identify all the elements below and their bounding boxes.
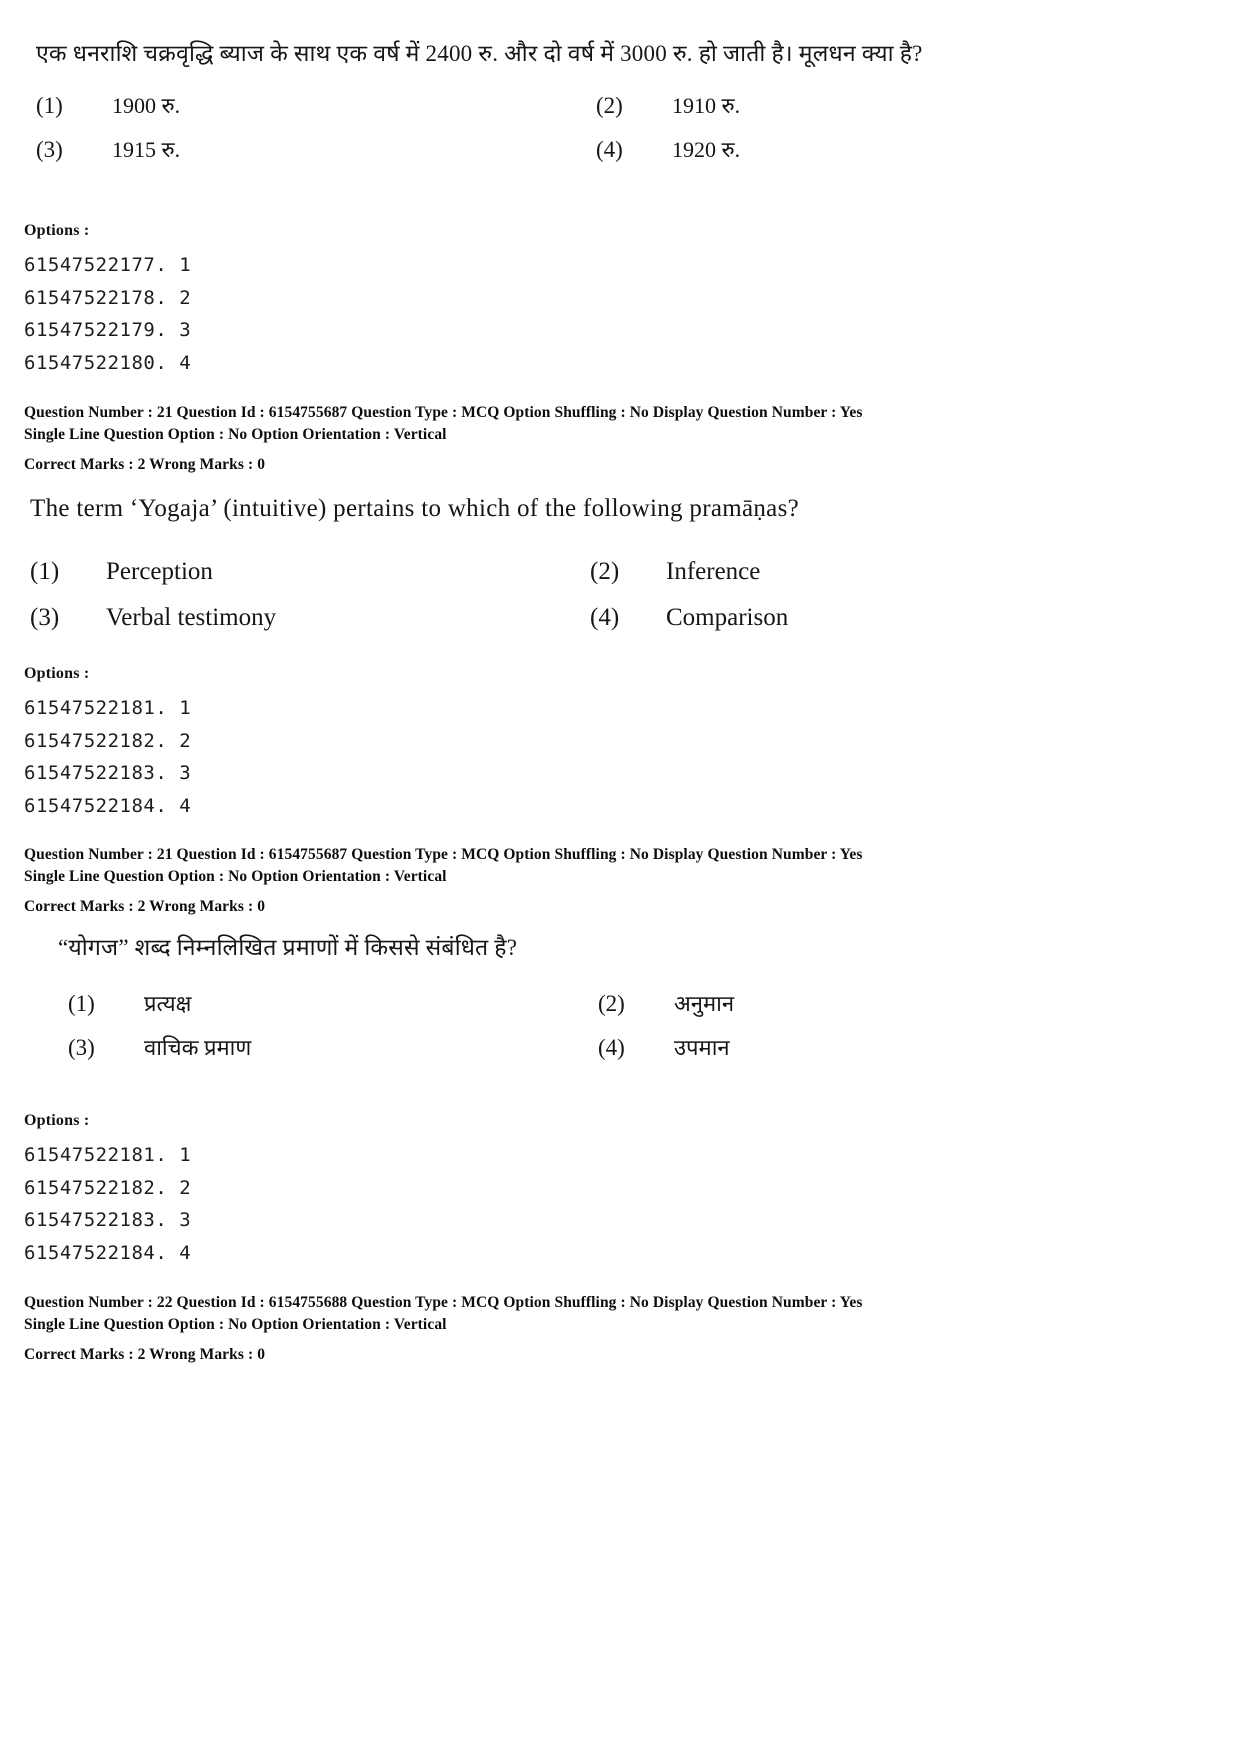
option-label: 1920 रु.	[672, 136, 741, 162]
question-stem: The term ‘Yogaja’ (intuitive) pertains t…	[30, 495, 799, 522]
option-number: (1)	[36, 93, 63, 119]
option-label: उपमान	[674, 1034, 730, 1060]
option-number: (3)	[36, 136, 63, 162]
option-id-row: 61547522184. 4	[24, 795, 192, 818]
option-label: Verbal testimony	[106, 604, 277, 632]
question-block-2: The term ‘Yogaja’ (intuitive) pertains t…	[30, 492, 1210, 635]
option-item[interactable]: (3) Verbal testimony	[30, 602, 590, 635]
option-id-row: 61547522182. 2	[24, 729, 192, 752]
options-label: Options :	[24, 665, 90, 682]
option-id-row: 61547522181. 1	[24, 697, 192, 719]
option-label: Inference	[666, 557, 761, 585]
option-number: (4)	[590, 604, 620, 632]
question-stem: “योगज” शब्द निम्नलिखित प्रमाणों में किसस…	[58, 935, 518, 960]
meta-line-primary: Question Number : 21 Question Id : 61547…	[24, 404, 863, 421]
option-label: अनुमान	[674, 991, 735, 1017]
meta-line-primary: Question Number : 21 Question Id : 61547…	[24, 846, 863, 863]
option-id-row: 61547522180. 4	[24, 352, 192, 375]
option-item[interactable]: (2) 1910 रु.	[596, 91, 1206, 121]
option-label: Comparison	[666, 604, 789, 632]
option-list: (1) 1900 रु. (2) 1910 रु. (3) 1915 रु. (…	[36, 91, 1206, 165]
options-label: Options :	[24, 222, 90, 239]
question-block-1: एक धनराशि चक्रवृद्धि ब्याज के साथ एक वर्…	[36, 38, 1206, 165]
option-item[interactable]: (1) Perception	[30, 556, 590, 589]
option-item[interactable]: (4) Comparison	[590, 602, 1210, 635]
option-item[interactable]: (2) अनुमान	[598, 989, 1208, 1019]
meta-line-primary: Question Number : 22 Question Id : 61547…	[24, 1294, 863, 1311]
option-item[interactable]: (3) 1915 रु.	[36, 135, 596, 165]
option-number: (3)	[30, 604, 60, 632]
option-id-row: 61547522183. 3	[24, 762, 192, 785]
option-item[interactable]: (2) Inference	[590, 556, 1210, 589]
option-label: प्रत्यक्ष	[144, 991, 192, 1017]
option-list: (1) प्रत्यक्ष (2) अनुमान (3) वाचिक प्रमा…	[58, 989, 1208, 1063]
options-id-block-2: Options : 61547522181. 1 61547522182. 2 …	[24, 665, 544, 823]
option-label: Perception	[106, 557, 213, 585]
question-meta-2: Question Number : 21 Question Id : 61547…	[24, 845, 1204, 917]
question-meta-1: Question Number : 21 Question Id : 61547…	[24, 403, 1204, 475]
meta-line-marks: Correct Marks : 2 Wrong Marks : 0	[24, 898, 266, 916]
option-number: (3)	[68, 1034, 95, 1060]
option-number: (1)	[30, 557, 60, 585]
option-id-row: 61547522184. 4	[24, 1242, 192, 1265]
meta-line-marks: Correct Marks : 2 Wrong Marks : 0	[24, 456, 266, 474]
option-item[interactable]: (1) प्रत्यक्ष	[68, 989, 598, 1019]
option-item[interactable]: (1) 1900 रु.	[36, 91, 596, 121]
option-number: (4)	[596, 136, 623, 162]
option-number: (2)	[596, 93, 623, 119]
option-number: (1)	[68, 991, 95, 1017]
option-id-row: 61547522181. 1	[24, 1144, 192, 1166]
option-id-row: 61547522179. 3	[24, 319, 192, 342]
options-label: Options :	[24, 1112, 90, 1129]
meta-line-secondary: Single Line Question Option : No Option …	[24, 868, 447, 886]
option-item[interactable]: (4) उपमान	[598, 1033, 1208, 1063]
option-number: (2)	[598, 991, 625, 1017]
option-id-row: 61547522178. 2	[24, 286, 192, 309]
option-label: 1900 रु.	[112, 93, 181, 119]
question-meta-3: Question Number : 22 Question Id : 61547…	[24, 1293, 1204, 1365]
option-number: (2)	[590, 557, 620, 585]
option-list: (1) Perception (2) Inference (3) Verbal …	[30, 556, 1210, 635]
option-number: (4)	[598, 1034, 625, 1060]
option-label: 1910 रु.	[672, 93, 741, 119]
meta-line-marks: Correct Marks : 2 Wrong Marks : 0	[24, 1346, 266, 1364]
option-id-row: 61547522183. 3	[24, 1209, 192, 1232]
exam-page: एक धनराशि चक्रवृद्धि ब्याज के साथ एक वर्…	[0, 0, 1240, 1754]
option-item[interactable]: (3) वाचिक प्रमाण	[68, 1033, 598, 1063]
option-item[interactable]: (4) 1920 रु.	[596, 135, 1206, 165]
option-id-row: 61547522182. 2	[24, 1176, 192, 1199]
meta-line-secondary: Single Line Question Option : No Option …	[24, 1316, 447, 1334]
option-label: वाचिक प्रमाण	[144, 1034, 252, 1060]
question-block-3: “योगज” शब्द निम्नलिखित प्रमाणों में किसस…	[58, 932, 1208, 1063]
options-id-block-3: Options : 61547522181. 1 61547522182. 2 …	[24, 1112, 544, 1270]
option-id-row: 61547522177. 1	[24, 254, 192, 276]
meta-line-secondary: Single Line Question Option : No Option …	[24, 426, 447, 444]
option-label: 1915 रु.	[112, 136, 181, 162]
options-id-block-1: Options : 61547522177. 1 61547522178. 2 …	[24, 222, 544, 380]
question-stem: एक धनराशि चक्रवृद्धि ब्याज के साथ एक वर्…	[36, 41, 923, 66]
